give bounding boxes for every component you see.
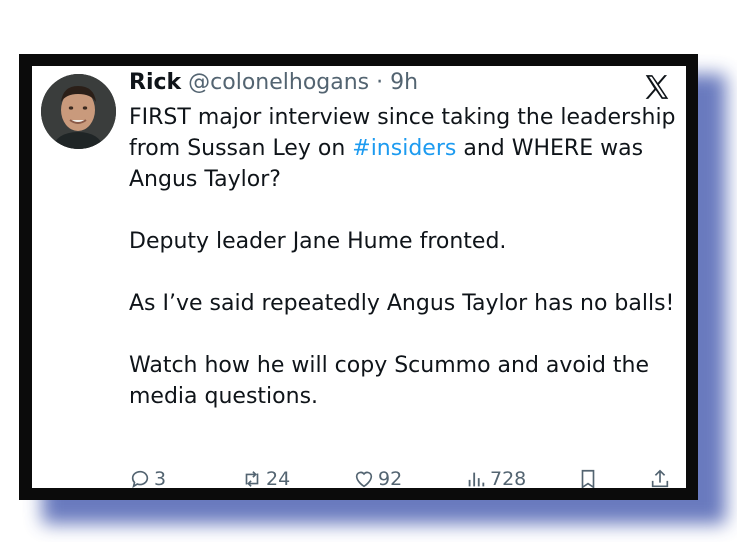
tweet-card[interactable]: Rick @colonelhogans · 9h FIRST major int…: [32, 66, 686, 488]
separator: ·: [376, 70, 384, 95]
tweet-paragraph: Deputy leader Jane Hume fronted.: [129, 229, 507, 254]
repost-count: 24: [266, 468, 291, 488]
views-count: 728: [490, 468, 527, 488]
heart-icon: [355, 471, 373, 488]
share-button[interactable]: [649, 468, 671, 488]
action-bar: 3 24 92 728: [129, 468, 674, 488]
avatar-image: [41, 74, 116, 149]
bookmark-icon: [581, 469, 595, 488]
share-icon: [651, 469, 669, 488]
tweet-text: FIRST major interview since taking the l…: [129, 102, 679, 443]
repost-icon: [245, 471, 259, 487]
like-button[interactable]: 92: [353, 468, 402, 488]
timestamp[interactable]: 9h: [390, 70, 418, 95]
bookmark-button[interactable]: [577, 468, 599, 488]
hashtag-link[interactable]: #insiders: [352, 136, 456, 161]
display-name[interactable]: Rick: [129, 70, 181, 95]
tweet-paragraph: Watch how he will copy Scummo and avoid …: [129, 353, 650, 409]
like-count: 92: [378, 468, 403, 488]
repost-button[interactable]: 24: [241, 468, 290, 488]
avatar[interactable]: [41, 74, 116, 149]
tweet-header: Rick @colonelhogans · 9h: [129, 70, 418, 95]
x-logo-icon: [645, 75, 669, 99]
tweet-paragraph: As I’ve said repeatedly Angus Taylor has…: [129, 291, 675, 316]
reply-count: 3: [154, 468, 167, 488]
handle[interactable]: @colonelhogans: [188, 70, 369, 95]
views-icon: [468, 472, 485, 487]
reply-button[interactable]: 3: [129, 468, 166, 488]
reply-icon: [131, 470, 149, 488]
tweet-paragraph: FIRST major interview since taking the l…: [129, 102, 679, 195]
views-button[interactable]: 728: [465, 468, 526, 488]
